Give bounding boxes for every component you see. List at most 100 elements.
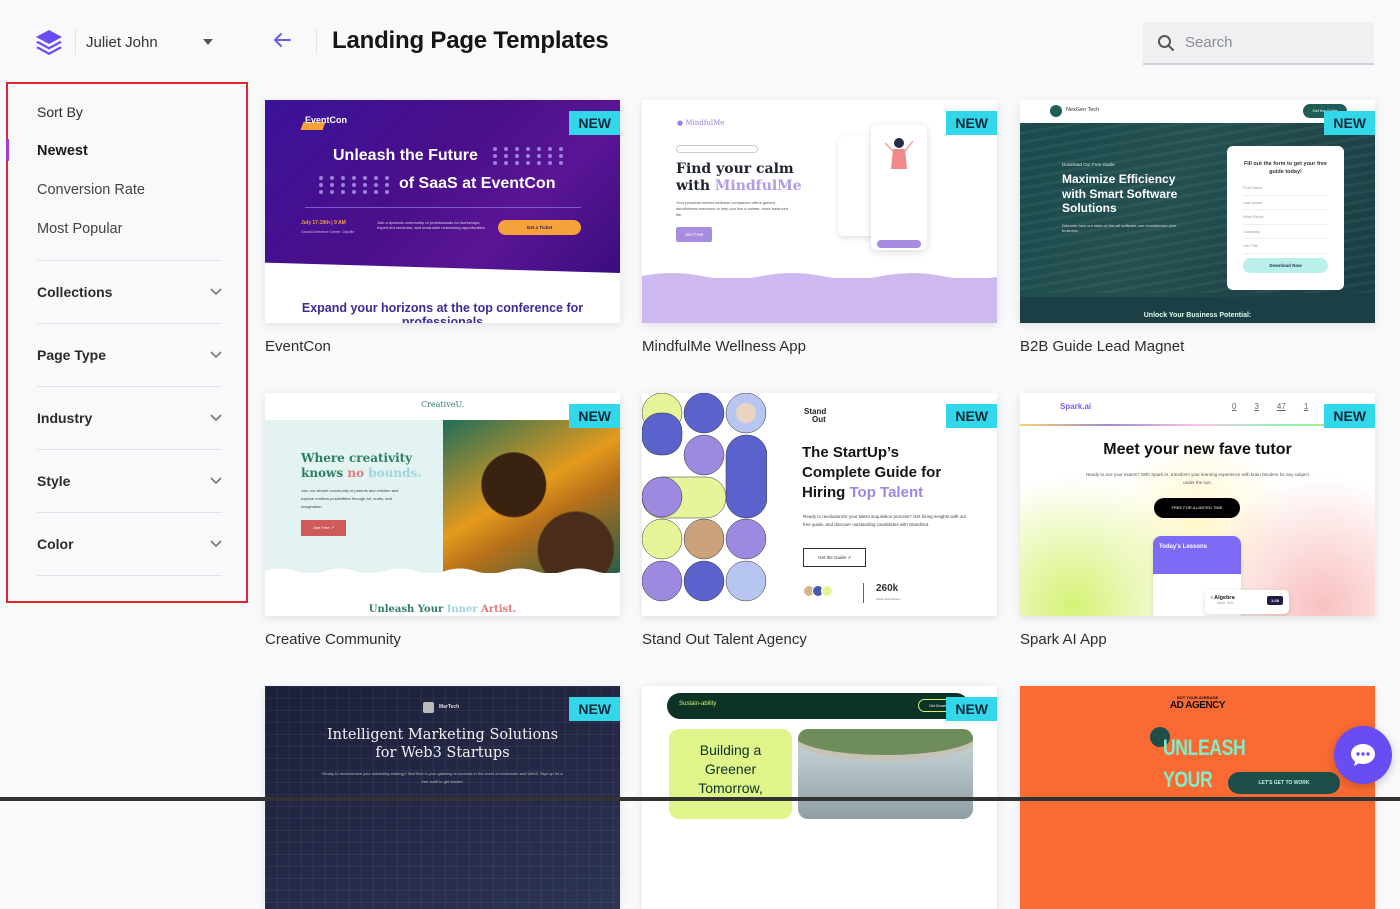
new-badge: NEW xyxy=(569,111,620,135)
template-card-spark-ai[interactable]: Spark.ai 0 3 47 1 Meet your new fave tutor … xyxy=(1020,393,1375,648)
preview-location: GrandConference Center, Cityville xyxy=(301,230,355,234)
new-badge: NEW xyxy=(1324,404,1375,428)
filter-industry[interactable]: Industry xyxy=(37,387,222,450)
avatar-group xyxy=(803,585,833,597)
phone-mockup xyxy=(871,125,927,250)
preview-headline: Find your calm with MindfulMe xyxy=(676,161,802,194)
preview-headline: Unleash the Future xyxy=(333,147,478,164)
preview-description: Discover how our state-of-the-art softwa… xyxy=(1062,223,1177,233)
preview-brand: EventCon xyxy=(305,115,348,125)
template-name[interactable]: EventCon xyxy=(265,338,620,355)
account-switcher[interactable]: Juliet John xyxy=(33,26,213,58)
preview-description: Your personal mental wellness companion … xyxy=(676,200,789,217)
divider xyxy=(316,28,317,54)
preview-headline: Where creativity knows no bounds. xyxy=(301,451,422,480)
search-box[interactable] xyxy=(1143,22,1374,65)
preview-brand: Sustain-ability xyxy=(679,701,717,707)
preview-headline: Maximize Efficiency with Smart Software … xyxy=(1062,172,1178,215)
preview-headline: Intelligent Marketing Solutions for Web3… xyxy=(326,727,559,761)
preview-brand: ● MindfulMe xyxy=(677,119,725,127)
template-thumbnail[interactable]: ● MindfulMe Find your calm with MindfulM… xyxy=(642,100,997,323)
preview-eyebrow: Download Our Free Guide: xyxy=(1062,162,1116,167)
chevron-down-icon xyxy=(210,351,222,359)
template-thumbnail[interactable]: NexGen Tech Get the Guide Download Our F… xyxy=(1020,100,1375,323)
template-name[interactable]: B2B Guide Lead Magnet xyxy=(1020,338,1375,355)
filter-page-type[interactable]: Page Type xyxy=(37,324,222,387)
sort-option-newest[interactable]: Newest xyxy=(37,143,88,159)
preview-subheading: Expand your horizons at the top conferen… xyxy=(301,301,584,323)
preview-stat-value: 260k xyxy=(876,583,899,594)
preview-headline: of SaaS at EventCon xyxy=(399,175,556,192)
sort-option-most-popular[interactable]: Most Popular xyxy=(37,221,122,237)
search-input[interactable] xyxy=(1185,34,1365,51)
chevron-down-icon xyxy=(210,477,222,485)
new-badge: NEW xyxy=(569,697,620,721)
preview-description: Join a dynamic community of professional… xyxy=(377,220,486,230)
nexgen-logo-icon xyxy=(1050,105,1062,117)
martech-logo-icon xyxy=(423,702,434,713)
template-name[interactable]: MindfulMe Wellness App xyxy=(642,338,997,355)
filter-label: Collections xyxy=(37,284,113,300)
preview-brand: Spark.ai xyxy=(1060,402,1092,411)
active-indicator xyxy=(6,139,9,161)
new-badge: NEW xyxy=(946,111,997,135)
preview-cta: Join Free ↗ xyxy=(301,520,346,536)
preview-cta: Join Free xyxy=(676,227,712,242)
template-name[interactable]: Spark AI App xyxy=(1020,631,1375,648)
page-title: Landing Page Templates xyxy=(332,27,609,54)
preview-headline: The StartUp’s Complete Guide for Hiring … xyxy=(802,444,942,501)
preview-cta: FREE FOR A LIMITED TIME xyxy=(1154,498,1240,518)
template-thumbnail[interactable]: EventCon Unleash the Future of SaaS at E… xyxy=(265,100,620,323)
filter-label: Style xyxy=(37,473,71,489)
filter-style[interactable]: Style xyxy=(37,450,222,513)
filter-collections[interactable]: Collections xyxy=(37,261,222,324)
preview-pill xyxy=(676,145,758,153)
filter-label: Industry xyxy=(37,410,93,426)
template-card-stand-out[interactable]: Stand Out The StartUp’s Complete Guide fo… xyxy=(642,393,997,648)
sort-by-heading: Sort By xyxy=(37,104,83,120)
template-thumbnail[interactable]: Spark.ai 0 3 47 1 Meet your new fave tutor … xyxy=(1020,393,1375,616)
preview-date: July 17-19th | 9 AM xyxy=(301,220,346,226)
search-icon xyxy=(1158,34,1174,51)
preview-description: Ready to ace your exams? With Spark.AI, … xyxy=(1086,472,1309,485)
template-name[interactable]: Creative Community xyxy=(265,631,620,648)
template-card-eventcon[interactable]: EventCon Unleash the Future of SaaS at E… xyxy=(265,100,620,355)
back-button[interactable] xyxy=(272,28,296,54)
dot-pattern xyxy=(319,176,393,194)
chat-bubble-icon xyxy=(1351,744,1375,766)
preview-brand: AD AGENCY xyxy=(1169,700,1226,711)
template-thumbnail[interactable]: CreativeU. Where creativity knows no bou… xyxy=(265,393,620,616)
sort-option-conversion-rate[interactable]: Conversion Rate xyxy=(37,182,145,198)
template-card-mindfulme[interactable]: ● MindfulMe Find your calm with MindfulM… xyxy=(642,100,997,355)
divider xyxy=(305,207,581,208)
template-card-creative-community[interactable]: CreativeU. Where creativity knows no bou… xyxy=(265,393,620,648)
arrow-left-icon xyxy=(274,33,291,47)
template-card-b2b-guide[interactable]: NexGen Tech Get the Guide Download Our F… xyxy=(1020,100,1375,355)
screen-edge xyxy=(0,797,1400,801)
user-name: Juliet John xyxy=(86,33,158,51)
building-image xyxy=(798,729,973,819)
filter-color[interactable]: Color xyxy=(37,513,222,576)
preview-brand: NexGen Tech xyxy=(1066,107,1100,113)
preview-description: Ready to revolutionize your talent acqui… xyxy=(803,514,967,527)
meditation-illustration-icon xyxy=(884,138,914,169)
preview-description: Ready to revolutionize your marketing st… xyxy=(322,771,563,784)
geometric-pattern xyxy=(642,393,767,616)
caret-down-icon[interactable] xyxy=(202,39,213,45)
page-header: Landing Page Templates xyxy=(272,22,609,60)
chevron-down-icon xyxy=(210,414,222,422)
preview-cta: Get the Guide ↗ xyxy=(803,548,866,567)
divider xyxy=(863,583,864,603)
preview-bottom-heading: Unlock Your Business Potential: xyxy=(1020,297,1375,323)
new-badge: NEW xyxy=(1324,111,1375,135)
chat-button[interactable] xyxy=(1334,726,1392,784)
preview-brand: Stand Out xyxy=(804,407,827,424)
divider xyxy=(75,29,76,55)
rainbow-divider xyxy=(1020,424,1375,426)
filter-sidebar: Sort By Newest Conversion Rate Most Popu… xyxy=(6,82,248,603)
preview-form: Fill out the form to get your free guide… xyxy=(1227,146,1344,290)
template-name[interactable]: Stand Out Talent Agency xyxy=(642,631,997,648)
template-thumbnail[interactable]: Stand Out The StartUp’s Complete Guide fo… xyxy=(642,393,997,616)
new-badge: NEW xyxy=(946,404,997,428)
preview-brand: CreativeU. xyxy=(420,400,465,409)
